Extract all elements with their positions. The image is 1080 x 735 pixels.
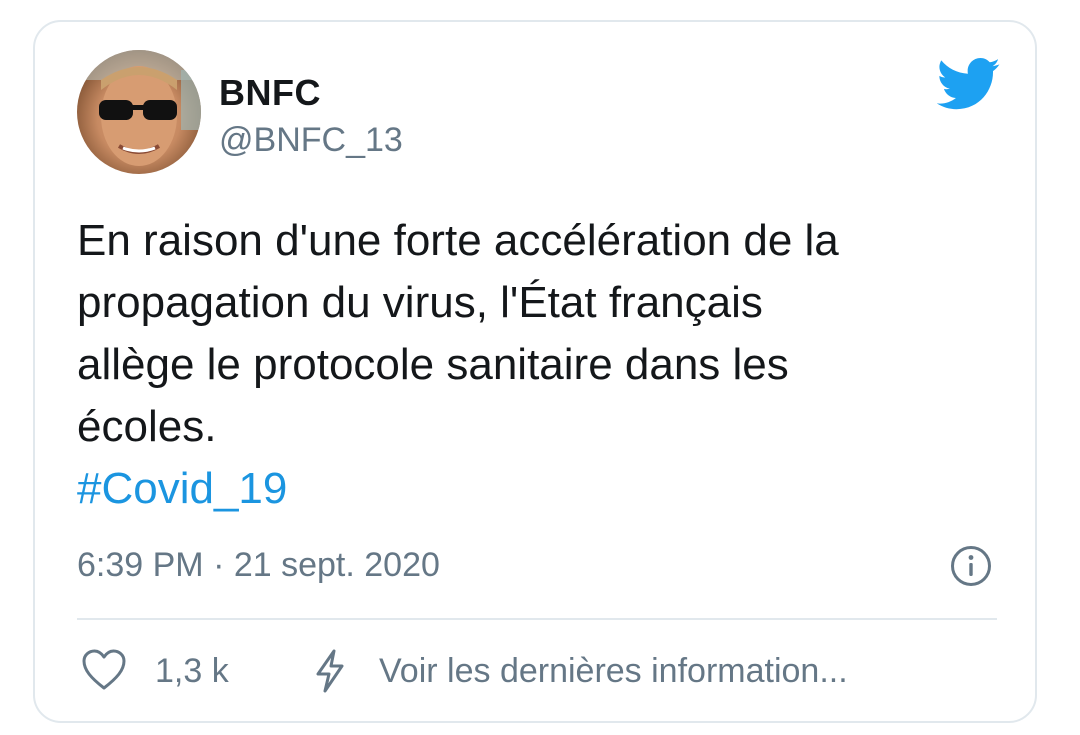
tweet-text-line: écoles.	[77, 402, 217, 451]
like-count[interactable]: 1,3 k	[155, 652, 229, 691]
twitter-bird-icon[interactable]	[936, 58, 1001, 110]
latest-info-link[interactable]: Voir les dernières information...	[379, 652, 848, 691]
hashtag-link[interactable]: #Covid_19	[77, 458, 287, 520]
divider	[77, 618, 997, 620]
username-handle[interactable]: @BNFC_13	[219, 121, 403, 160]
tweet-text-line: propagation du virus, l'État français	[77, 278, 763, 327]
heart-icon[interactable]	[81, 648, 127, 692]
info-icon[interactable]	[949, 544, 993, 588]
tweet-timestamp[interactable]: 6:39 PM · 21 sept. 2020	[77, 546, 440, 585]
lightning-icon[interactable]	[311, 648, 349, 694]
avatar[interactable]	[77, 50, 201, 174]
tweet-text-line: En raison d'une forte accélération de la	[77, 216, 839, 265]
tweet-text: En raison d'une forte accélération de la…	[77, 210, 997, 458]
tweet-actions: 1,3 k Voir les dernières information...	[77, 644, 997, 704]
tweet-card: BNFC @BNFC_13 En raison d'une forte accé…	[33, 20, 1037, 723]
display-name[interactable]: BNFC	[219, 72, 321, 114]
tweet-text-line: allège le protocole sanitaire dans les	[77, 340, 789, 389]
avatar-image	[77, 50, 201, 166]
